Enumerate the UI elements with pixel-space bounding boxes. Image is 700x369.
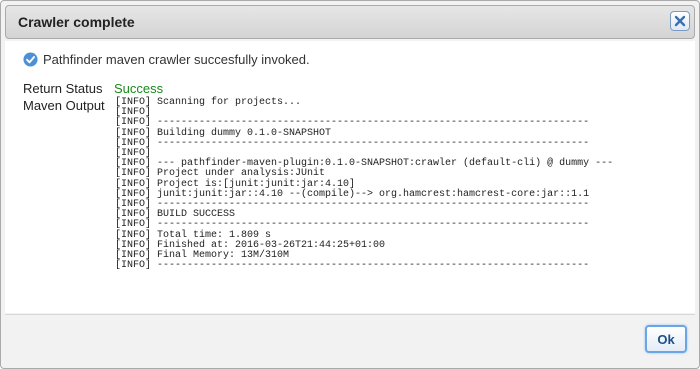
crawler-complete-dialog: Crawler complete Pathfinder maven crawle… bbox=[0, 0, 700, 369]
maven-output-line: [INFO] ---------------------------------… bbox=[115, 260, 590, 272]
dialog-footer: Ok bbox=[5, 314, 695, 365]
ok-button[interactable]: Ok bbox=[645, 325, 687, 353]
close-button[interactable] bbox=[670, 11, 690, 31]
maven-output-label: Maven Output bbox=[23, 98, 105, 113]
maven-output-log: [INFO] Scanning for projects... [INFO] [… bbox=[115, 97, 613, 272]
return-status-value: Success bbox=[114, 81, 164, 96]
success-message-text: Pathfinder maven crawler succesfully inv… bbox=[43, 52, 310, 67]
maven-output-line: [INFO] ---------------------------------… bbox=[115, 137, 590, 149]
close-icon bbox=[674, 15, 686, 27]
success-message: Pathfinder maven crawler succesfully inv… bbox=[23, 52, 310, 67]
dialog-title: Crawler complete bbox=[18, 14, 135, 30]
return-status-label: Return Status bbox=[23, 81, 103, 96]
check-circle-icon bbox=[23, 52, 38, 67]
dialog-titlebar[interactable]: Crawler complete bbox=[5, 5, 695, 39]
dialog-content: Pathfinder maven crawler succesfully inv… bbox=[5, 41, 695, 313]
